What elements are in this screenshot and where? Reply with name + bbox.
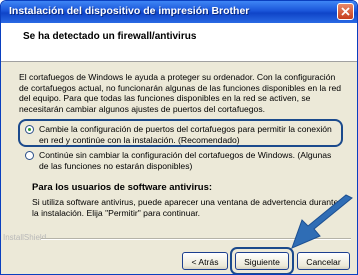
installshield-label: InstallShield (3, 233, 47, 242)
back-button[interactable]: < Atrás (182, 252, 228, 270)
window-title: Instalación del dispositivo de impresión… (9, 5, 250, 17)
pointer-arrow-icon (291, 194, 353, 249)
option-keep-firewall[interactable]: Continúe sin cambiar la configuración de… (25, 150, 345, 174)
option-change-firewall-label: Cambie la configuración de puertos del c… (39, 124, 332, 145)
close-icon (341, 7, 350, 16)
antivirus-heading: Para los usuarios de software antivirus: (32, 182, 213, 193)
next-button-highlight (230, 247, 294, 274)
title-bar: Instalación del dispositivo de impresión… (1, 1, 357, 23)
option-keep-firewall-label: Continúe sin cambiar la configuración de… (39, 150, 332, 171)
close-button[interactable] (337, 3, 354, 20)
option-change-firewall[interactable]: Cambie la configuración de puertos del c… (25, 124, 345, 148)
radio-keep-firewall[interactable] (25, 151, 34, 160)
header-panel: Se ha detectado un firewall/antivirus (1, 23, 357, 62)
intro-text: El cortafuegos de Windows le ayuda a pro… (19, 72, 342, 114)
radio-change-firewall[interactable] (25, 125, 34, 134)
installer-window: Instalación del dispositivo de impresión… (0, 0, 358, 275)
page-title: Se ha detectado un firewall/antivirus (23, 31, 197, 42)
cancel-button[interactable]: Cancelar (297, 252, 350, 270)
